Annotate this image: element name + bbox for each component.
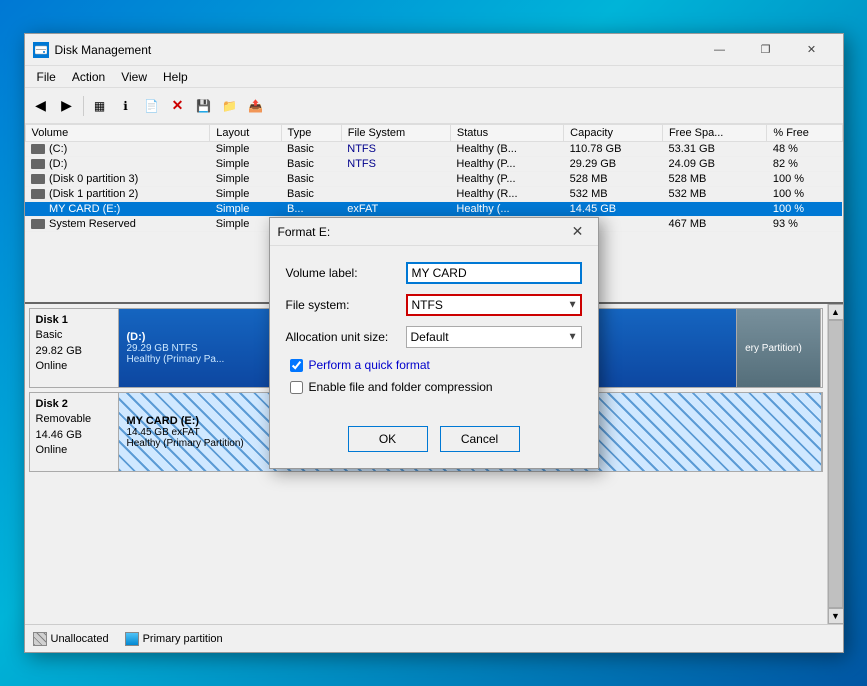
file-system-select-wrapper: NTFS FAT32 exFAT ▼ xyxy=(406,294,582,316)
format-dialog: Format E: ✕ Volume label: File system: N… xyxy=(269,217,599,469)
alloc-unit-select-wrapper: Default 512 1024 2048 4096 ▼ xyxy=(406,326,582,348)
dialog-close-button[interactable]: ✕ xyxy=(566,220,590,244)
dialog-overlay: Format E: ✕ Volume label: File system: N… xyxy=(25,34,843,652)
quick-format-label[interactable]: Perform a quick format xyxy=(309,358,430,372)
file-system-label: File system: xyxy=(286,298,406,312)
alloc-unit-select[interactable]: Default 512 1024 2048 4096 xyxy=(406,326,582,348)
alloc-unit-label: Allocation unit size: xyxy=(286,330,406,344)
cancel-button[interactable]: Cancel xyxy=(440,426,520,452)
dialog-buttons: OK Cancel xyxy=(270,418,598,468)
dialog-body: Volume label: File system: NTFS FAT32 ex… xyxy=(270,246,598,418)
volume-label-row: Volume label: xyxy=(286,262,582,284)
compress-row: Enable file and folder compression xyxy=(286,380,582,394)
compress-label[interactable]: Enable file and folder compression xyxy=(309,380,493,394)
compress-checkbox[interactable] xyxy=(290,381,303,394)
ok-button[interactable]: OK xyxy=(348,426,428,452)
main-window: Disk Management — ❐ ✕ File Action View H… xyxy=(24,33,844,653)
dialog-title: Format E: xyxy=(278,225,566,239)
quick-format-checkbox[interactable] xyxy=(290,359,303,372)
quick-format-row: Perform a quick format xyxy=(286,358,582,372)
volume-label-input[interactable] xyxy=(406,262,582,284)
dialog-title-bar: Format E: ✕ xyxy=(270,218,598,246)
alloc-unit-row: Allocation unit size: Default 512 1024 2… xyxy=(286,326,582,348)
file-system-row: File system: NTFS FAT32 exFAT ▼ xyxy=(286,294,582,316)
volume-label-text: Volume label: xyxy=(286,266,406,280)
file-system-select[interactable]: NTFS FAT32 exFAT xyxy=(406,294,582,316)
